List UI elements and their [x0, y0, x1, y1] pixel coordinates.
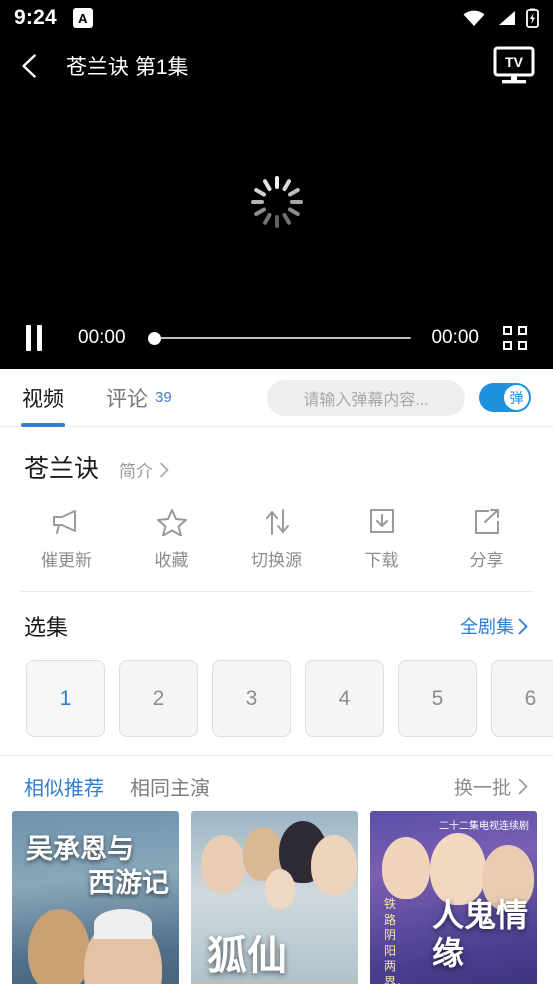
- tab-same-cast[interactable]: 相同主演: [130, 772, 210, 801]
- show-title-row: 苍兰诀 简介: [0, 427, 553, 485]
- poster-image: 吴承恩与 西游记 更新至第46集: [12, 811, 179, 984]
- episode-section-title: 选集: [24, 615, 69, 640]
- seek-thumb[interactable]: [147, 331, 161, 345]
- content-tab-bar: 视频 评论 39 请输入弹幕内容... 弹: [0, 369, 553, 427]
- poster-figure: [382, 837, 430, 899]
- show-brief-label: 简介: [119, 462, 154, 481]
- page-title: 苍兰诀 第1集: [66, 56, 189, 79]
- seek-bar[interactable]: [147, 325, 412, 351]
- recommendation-card[interactable]: 狐仙 全43集: [191, 811, 358, 984]
- poster-figure: [311, 835, 357, 895]
- action-share[interactable]: 分享: [434, 507, 539, 571]
- show-brief-link[interactable]: 简介: [119, 457, 170, 482]
- poster-figure: [201, 835, 245, 893]
- recommendation-card-list[interactable]: 吴承恩与 西游记 更新至第46集 狐仙 全43集: [0, 811, 553, 984]
- action-label: 分享: [469, 551, 504, 570]
- poster-figure: [430, 833, 486, 905]
- player-control-bar: 00:00 00:00: [0, 307, 553, 369]
- battery-charging-icon: [526, 8, 539, 28]
- megaphone-icon: [50, 507, 84, 537]
- current-time-label: 00:00: [78, 327, 126, 348]
- switch-source-icon: [262, 507, 292, 537]
- poster-image: 狐仙 全43集: [191, 811, 358, 984]
- seek-track: [147, 337, 412, 339]
- poster-top-text: 二十二集电视连续剧: [439, 821, 529, 832]
- active-tab-underline: [21, 422, 65, 427]
- recommendation-card[interactable]: 吴承恩与 西游记 更新至第46集: [12, 811, 179, 984]
- action-favorite[interactable]: 收藏: [119, 507, 224, 571]
- app-screen: 9:24 A 苍兰诀 第1集 TV 00:00 00:00 视频 评论 39 请…: [0, 0, 553, 984]
- episode-section-header: 选集 全剧集: [0, 592, 553, 648]
- danmaku-toggle[interactable]: 弹: [479, 383, 531, 412]
- refresh-label: 换一批: [453, 778, 511, 799]
- back-chevron-icon[interactable]: [16, 52, 44, 80]
- action-label: 下载: [364, 551, 399, 570]
- action-label: 收藏: [154, 551, 189, 570]
- wifi-icon: [463, 10, 485, 26]
- show-name: 苍兰诀: [24, 455, 100, 483]
- chevron-right-icon: [518, 618, 528, 634]
- episode-list[interactable]: 1 2 3 4 5 6: [0, 648, 553, 755]
- tab-comments[interactable]: 评论 39: [106, 369, 172, 427]
- tv-cast-icon[interactable]: TV: [491, 45, 537, 87]
- share-icon: [472, 507, 502, 537]
- duration-label: 00:00: [431, 327, 479, 348]
- refresh-recommendations-button[interactable]: 换一批: [454, 773, 529, 800]
- action-remind-update[interactable]: 催更新: [14, 507, 119, 571]
- poster-title: 狐仙: [207, 933, 287, 978]
- danmaku-toggle-knob: 弹: [504, 385, 529, 410]
- pause-icon[interactable]: [26, 325, 52, 351]
- status-bar: 9:24 A: [0, 0, 553, 36]
- title-bar: 苍兰诀 第1集 TV: [0, 36, 553, 96]
- tab-video[interactable]: 视频: [21, 369, 65, 427]
- action-download[interactable]: 下载: [329, 507, 434, 571]
- status-bar-clock: 9:24: [14, 6, 57, 29]
- comment-count-badge: 39: [155, 389, 172, 406]
- episode-button[interactable]: 6: [491, 660, 553, 737]
- all-episodes-link[interactable]: 全剧集: [460, 613, 529, 639]
- poster-figure: [265, 869, 295, 909]
- poster-title: 人鬼情缘: [432, 897, 529, 971]
- action-label: 切换源: [251, 551, 302, 570]
- fullscreen-icon[interactable]: [503, 326, 527, 350]
- episode-button[interactable]: 4: [305, 660, 384, 737]
- action-label: 催更新: [41, 551, 92, 570]
- tab-similar-recommend[interactable]: 相似推荐: [24, 772, 104, 801]
- tab-video-label: 视频: [22, 387, 64, 411]
- loading-spinner-icon: [249, 174, 305, 230]
- svg-text:TV: TV: [505, 54, 524, 70]
- poster-figure: [28, 909, 90, 984]
- action-switch-source[interactable]: 切换源: [224, 507, 329, 571]
- danmaku-input[interactable]: 请输入弹幕内容...: [267, 379, 465, 416]
- video-player-surface[interactable]: [0, 96, 553, 307]
- star-icon: [156, 507, 187, 537]
- all-episodes-label: 全剧集: [460, 617, 514, 637]
- recommendation-card[interactable]: 二十二集电视连续剧 铁路阴阳两界，死我者密令主! 人鬼情缘 人鬼故事齐聚聊...: [370, 811, 537, 984]
- episode-button[interactable]: 1: [26, 660, 105, 737]
- tab-comments-label: 评论: [106, 387, 148, 411]
- action-button-row: 催更新 收藏 切换源 下载 分享: [0, 485, 553, 587]
- poster-image: 二十二集电视连续剧 铁路阴阳两界，死我者密令主! 人鬼情缘: [370, 811, 537, 984]
- cellular-signal-icon: [499, 11, 515, 25]
- chevron-right-icon: [518, 778, 528, 795]
- episode-button[interactable]: 3: [212, 660, 291, 737]
- poster-side-text: 铁路阴阳两界，死我者密令主!: [384, 897, 409, 984]
- episode-button[interactable]: 2: [119, 660, 198, 737]
- recommendation-tab-bar: 相似推荐 相同主演 换一批: [0, 755, 553, 811]
- download-icon: [367, 507, 397, 537]
- episode-button[interactable]: 5: [398, 660, 477, 737]
- app-notification-badge-icon: A: [72, 8, 93, 28]
- status-bar-indicators: [462, 8, 539, 28]
- poster-title: 吴承恩与 西游记: [26, 834, 169, 898]
- poster-figure: [84, 909, 162, 984]
- chevron-right-icon: [160, 462, 169, 477]
